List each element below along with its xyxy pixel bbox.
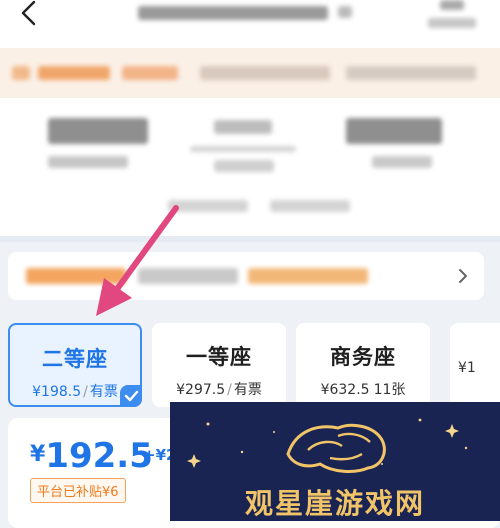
seat-price-row: ¥632.5 11张 xyxy=(296,379,430,399)
seat-availability: 11张 xyxy=(373,382,406,398)
seat-price-row: ¥297.5/有票 xyxy=(152,379,286,399)
seat-availability: 有票 xyxy=(233,382,262,398)
blurred-notice-bar[interactable] xyxy=(0,48,500,98)
blurred-title-icon xyxy=(338,6,352,18)
promo-banner[interactable] xyxy=(8,252,484,300)
currency-symbol: ¥ xyxy=(30,442,46,467)
checkmark-icon xyxy=(124,390,139,402)
fist-logo-icon xyxy=(286,423,386,473)
watermark-overlay: 观星崖游戏网 xyxy=(170,402,500,521)
seat-option-second-class[interactable]: 二等座 ¥198.5/有票 xyxy=(8,323,142,407)
seat-option-business-class[interactable]: 商务座 ¥632.5 11张 xyxy=(296,323,430,407)
seat-price: ¥1 xyxy=(458,360,476,376)
blurred-notice-text xyxy=(122,66,178,80)
blurred-duration-line xyxy=(190,146,296,152)
blurred-header-action-label xyxy=(428,18,476,28)
blurred-notice-text xyxy=(346,66,476,80)
blurred-arrival-station xyxy=(372,156,432,168)
blurred-notice-text xyxy=(200,66,330,80)
seat-name: 二等座 xyxy=(42,347,108,371)
blurred-train-info xyxy=(214,160,274,172)
blurred-title xyxy=(138,6,328,20)
blurred-notice-icon xyxy=(12,66,30,80)
seat-name: 商务座 xyxy=(330,345,396,369)
blurred-notice-text xyxy=(38,66,110,80)
blurred-header-action[interactable] xyxy=(440,0,464,10)
blurred-arrival-time xyxy=(346,118,442,144)
top-section xyxy=(0,0,500,240)
separator: / xyxy=(227,382,232,398)
price-amount: 192.5 xyxy=(45,436,153,476)
seat-price: ¥632.5 xyxy=(320,382,370,398)
selected-price: ¥192.5 xyxy=(30,436,153,476)
seat-availability: 有票 xyxy=(89,384,118,400)
blurred-duration xyxy=(214,120,272,134)
header xyxy=(0,0,500,38)
back-icon[interactable] xyxy=(14,0,44,28)
pointer-arrow xyxy=(96,205,179,316)
blurred-departure-time xyxy=(48,118,148,144)
blurred-departure-station xyxy=(48,156,128,168)
separator: / xyxy=(83,384,88,400)
blurred-promo-text xyxy=(248,268,368,284)
seat-option-first-class[interactable]: 一等座 ¥297.5/有票 xyxy=(152,323,286,407)
blurred-info-link[interactable] xyxy=(270,200,350,212)
seat-option-more[interactable]: ¥1 xyxy=(450,323,500,407)
seat-name: 一等座 xyxy=(186,345,252,369)
watermark-text: 观星崖游戏网 xyxy=(244,487,425,520)
section-divider xyxy=(0,236,500,242)
seat-price: ¥198.5 xyxy=(32,384,82,400)
seat-price: ¥297.5 xyxy=(176,382,226,398)
subsidy-badge: 平台已补贴¥6 xyxy=(30,478,126,503)
chevron-right-icon[interactable] xyxy=(456,266,470,286)
selected-check-badge xyxy=(120,385,142,407)
